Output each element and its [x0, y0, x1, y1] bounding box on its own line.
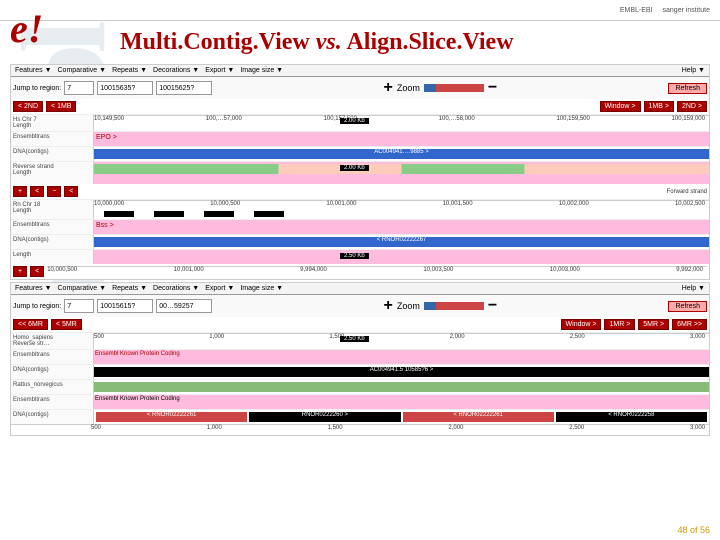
chr-label-hs: Hs Chr 7Length [11, 115, 94, 131]
top-bar: EMBL-EBI sanger institute [0, 0, 720, 21]
nav2-l[interactable]: + [13, 186, 27, 197]
page-title: Multi.Contig.View vs. Align.Slice.View [0, 21, 720, 64]
gray-band [94, 382, 709, 392]
chr-label-rn: Rn Chr 18Length [11, 200, 94, 219]
menu-bar-2: Features ▼ Comparative ▼ Repeats ▼ Decor… [11, 283, 709, 295]
jump-chr-input[interactable] [64, 81, 94, 95]
nav4-r2[interactable]: 5MR > [638, 319, 669, 330]
jump2-label: Jump to region: [13, 303, 61, 310]
nav-fwd-label: Forward strand [81, 189, 707, 195]
scale-label-3: 2.50 Kb [340, 253, 369, 259]
contig-band-3[interactable]: AC004941.5 10585?6 > [94, 367, 709, 377]
track-dna-label-3: DNA(contigs) [11, 365, 94, 379]
nav4-r1[interactable]: 1MR > [604, 319, 635, 330]
contig-4a[interactable]: < RNOR02222261 [96, 412, 247, 422]
track-ens-label-4: Ensembltrans [11, 395, 94, 409]
page-number: 48 of 56 [677, 525, 710, 535]
menu2-repeats[interactable]: Repeats ▼ [112, 285, 147, 292]
nav2-lll[interactable]: − [47, 186, 61, 197]
ruler-1: 10,149,500100,…57,000100,157,500100,…58,… [94, 115, 709, 126]
epo-label[interactable]: EPO > [94, 132, 709, 143]
zoom-label: Zoom [397, 83, 420, 93]
jump2-from-input[interactable] [97, 299, 153, 313]
ensprot-label-2: Ensembl Known Protein Coding [94, 395, 709, 403]
track-dna-label: DNA(contigs) [11, 147, 94, 161]
multicontig-panel: Features ▼ Comparative ▼ Repeats ▼ Decor… [10, 64, 710, 280]
menu-help[interactable]: Help ▼ [682, 67, 705, 74]
menu-export[interactable]: Export ▼ [205, 67, 234, 74]
jump-to-input[interactable] [156, 81, 212, 95]
nav-left-1mb[interactable]: < 1MB [46, 101, 76, 112]
refresh2-button[interactable]: Refresh [668, 301, 707, 312]
menu2-decorations[interactable]: Decorations ▼ [153, 285, 199, 292]
menu-features[interactable]: Features ▼ [15, 67, 52, 74]
rattus-label: Rattus_norvegicus [11, 380, 94, 394]
jump2-chr-input[interactable] [64, 299, 94, 313]
track-ens-label-3: Ensembltrans [11, 350, 94, 364]
alignslice-panel: Features ▼ Comparative ▼ Repeats ▼ Decor… [10, 282, 710, 436]
nav3-plus[interactable]: + [13, 266, 27, 277]
contig-band-rno[interactable]: < RNOR02222267 [94, 237, 709, 247]
scale-label-2: 2.00 Kb [340, 165, 369, 171]
ruler-4: 5001,0001,5002,0002,5003,000 [11, 424, 709, 435]
ensembl-logo: e! [10, 5, 43, 52]
menu2-help[interactable]: Help ▼ [682, 285, 705, 292]
zoom-bar[interactable] [424, 84, 484, 92]
zoom-out-button[interactable]: − [488, 79, 497, 97]
menu2-export[interactable]: Export ▼ [205, 285, 234, 292]
feature-row-1 [94, 211, 709, 219]
menu2-imgsize[interactable]: Image size ▼ [240, 285, 283, 292]
nav4-win[interactable]: Window > [561, 319, 602, 330]
zoom2-bar[interactable] [424, 302, 484, 310]
homo-label: Homo_sapiensReverse str… [11, 333, 94, 349]
ruler-2b: 10,000,50010,001,0009,994,00010,003,5001… [47, 266, 707, 277]
contig-4b[interactable]: RNOR0222260 > [249, 412, 400, 422]
jump2-to-input[interactable] [156, 299, 212, 313]
nav-right-1mb[interactable]: 1MB > [644, 101, 674, 112]
menu-imgsize[interactable]: Image size ▼ [240, 67, 283, 74]
ruler-3: 5001,0001,5002,0002,5003,000 [94, 333, 709, 344]
zoom-control: + Zoom − [215, 79, 665, 97]
sanger-label: sanger institute [663, 7, 710, 14]
menu-comparative[interactable]: Comparative ▼ [58, 67, 107, 74]
nav3-l[interactable]: < [30, 266, 44, 277]
track-ens-label: Ensembltrans [11, 132, 94, 146]
nav-left-2nd[interactable]: < 2ND [13, 101, 43, 112]
jump-from-input[interactable] [97, 81, 153, 95]
green-band-1 [94, 164, 709, 174]
embl-ebi-label: EMBL-EBI [620, 7, 653, 14]
nav2-llll[interactable]: < [64, 186, 78, 197]
nav-right-2nd[interactable]: 2ND > [677, 101, 707, 112]
menu2-comparative[interactable]: Comparative ▼ [58, 285, 107, 292]
track-rev-label: Reverse strandLength [11, 162, 94, 184]
bss-label[interactable]: Bss > [94, 220, 709, 231]
track-dna-label-4: DNA(contigs) [11, 410, 94, 424]
scale-label-1: 2.00 Kb [340, 118, 369, 124]
track-dna-label-2: DNA(contigs) [11, 235, 94, 249]
nav-window[interactable]: Window > [600, 101, 641, 112]
zoom-in-button[interactable]: + [384, 79, 393, 97]
nav4-r3[interactable]: 6MR >> [672, 319, 707, 330]
scale-label-4: 2.50 Kb [340, 336, 369, 342]
menu2-features[interactable]: Features ▼ [15, 285, 52, 292]
track-len-label-2: Length [11, 250, 94, 264]
contig-band-1[interactable]: AC004941.…9885 > [94, 149, 709, 159]
contig-4c[interactable]: < RNOR02222261 [403, 412, 554, 422]
nav4-ll[interactable]: << 6MR [13, 319, 48, 330]
zoom2-out[interactable]: − [488, 297, 497, 315]
contig-4d[interactable]: < RNOR0222258 [556, 412, 707, 422]
menu-decorations[interactable]: Decorations ▼ [153, 67, 199, 74]
menu-repeats[interactable]: Repeats ▼ [112, 67, 147, 74]
zoom2-in[interactable]: + [384, 297, 393, 315]
ruler-2: 10,000,00010,000,50010,001,00010,001,500… [94, 200, 709, 211]
ensprot-label: Ensembl Known Protein Coding [94, 350, 709, 358]
track-ens-label-2: Ensembltrans [11, 220, 94, 234]
jump-label: Jump to region: [13, 85, 61, 92]
refresh-button[interactable]: Refresh [668, 83, 707, 94]
menu-bar-1: Features ▼ Comparative ▼ Repeats ▼ Decor… [11, 65, 709, 77]
nav4-l[interactable]: < 5MR [51, 319, 82, 330]
nav2-ll[interactable]: < [30, 186, 44, 197]
